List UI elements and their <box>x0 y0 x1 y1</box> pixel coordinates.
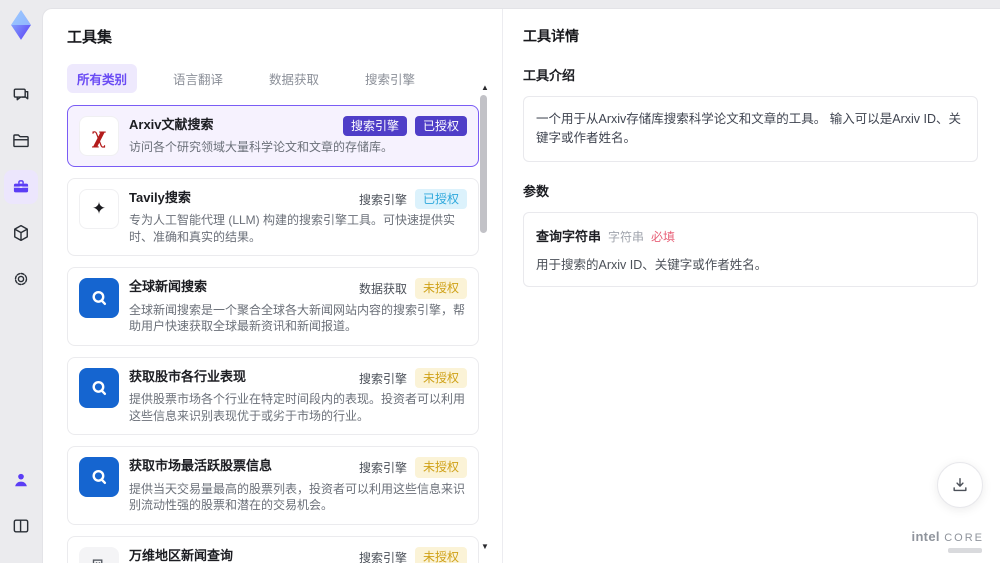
tool-description: 提供股票市场各个行业在特定时间段内的表现。投资者可以利用这些信息来识别表现优于或… <box>129 392 466 423</box>
tool-name: 全球新闻搜索 <box>129 279 208 295</box>
rail-item-panel-toggle[interactable] <box>4 509 38 543</box>
cube-icon <box>14 224 28 242</box>
tool-category-tag: 搜索引擎 <box>358 461 407 476</box>
brand-subbar <box>948 548 982 553</box>
tool-description: 专为人工智能代理 (LLM) 构建的搜索引擎工具。可快速提供实时、准确和真实的结… <box>129 213 456 244</box>
tab-1[interactable]: 语言翻译 <box>163 64 233 93</box>
tool-icon <box>79 367 119 408</box>
tool-category-tag: 搜索引擎 <box>358 371 407 386</box>
tool-intro-text: 一个用于从Arxiv存储库搜索科学论文和文章的工具。 输入可以是Arxiv ID… <box>523 96 978 162</box>
tool-card[interactable]: 万维地区新闻查询 搜索引擎 未授权 查询具体行政区划内的新闻，快速了解各地新闻动 <box>67 535 479 563</box>
tool-detail-panel: 工具详情 工具介绍 一个用于从Arxiv存储库搜索科学论文和文章的工具。 输入可… <box>502 9 1000 563</box>
app-logo[interactable] <box>4 8 38 42</box>
parameter-header: 查询字符串 字符串 必填 <box>536 226 965 245</box>
scroll-up-arrow[interactable]: ▲ <box>481 83 489 92</box>
parameter-type: 字符串 <box>608 229 645 244</box>
rail-item-settings[interactable] <box>4 262 38 296</box>
toolbox-icon <box>13 180 29 193</box>
tool-category-tag: 数据获取 <box>358 282 407 297</box>
tab-2[interactable]: 数据获取 <box>259 64 329 93</box>
tool-name: Arxiv文献搜索 <box>129 117 214 132</box>
brand-intel: intel <box>911 529 940 544</box>
gear-icon <box>14 272 28 286</box>
brand-core: CORE <box>944 532 984 544</box>
tool-auth-badge: 已授权 <box>414 189 467 210</box>
tool-category-tag: 搜索引擎 <box>342 116 407 137</box>
category-tabs: 所有类别 语言翻译 数据获取 搜索引擎 <box>67 64 502 93</box>
rail-item-folder[interactable] <box>4 124 38 158</box>
tool-card[interactable]: 获取股市各行业表现 搜索引擎 未授权 提供股票市场各个行业在特定时间段内的表现。… <box>67 356 479 436</box>
tool-card[interactable]: ✦ Tavily搜索 搜索引擎 已授权 专为人工智能代理 (LLM) 构建的搜索… <box>67 178 479 257</box>
tool-name: 获取市场最活跃股票信息 <box>129 458 273 474</box>
tool-auth-badge: 未授权 <box>414 546 467 563</box>
tool-category-tag: 搜索引擎 <box>358 550 407 563</box>
app-root: 工具集 所有类别 语言翻译 数据获取 搜索引擎 χ Arxiv文献搜索 搜索引擎 已授… <box>0 0 1000 563</box>
tool-auth-badge: 已授权 <box>414 116 467 137</box>
brand-mark: intel CORE <box>912 528 984 553</box>
tool-icon <box>79 457 119 498</box>
tool-icon: χ <box>79 116 119 156</box>
tool-description: 访问各个研究领域大量科学论文和文章的存储库。 <box>129 140 394 155</box>
folder-icon <box>13 134 29 148</box>
download-icon <box>953 478 967 492</box>
panel-icon <box>13 519 29 533</box>
tool-category-tag: 搜索引擎 <box>358 192 407 207</box>
tool-name: Tavily搜索 <box>129 190 191 205</box>
main-window: 工具集 所有类别 语言翻译 数据获取 搜索引擎 χ Arxiv文献搜索 搜索引擎 已授… <box>42 8 1000 563</box>
tool-description: 提供当天交易量最高的股票列表，投资者可以利用这些信息来识别流动性强的股票和潜在的… <box>129 481 466 513</box>
tools-list-panel: 工具集 所有类别 语言翻译 数据获取 搜索引擎 χ Arxiv文献搜索 搜索引擎 已授… <box>43 9 502 563</box>
rail-item-toolbox[interactable] <box>4 170 38 204</box>
tool-icon: ✦ <box>79 189 119 229</box>
rail-item-cube[interactable] <box>4 216 38 250</box>
tab-3[interactable]: 搜索引擎 <box>355 64 425 93</box>
tool-description: 全球新闻搜索是一个聚合全球各大新闻网站内容的搜索引擎，帮助用户快速获取全球最新资… <box>129 302 466 334</box>
parameter-required-badge: 必填 <box>651 229 676 244</box>
tool-card[interactable]: 全球新闻搜索 数据获取 未授权 全球新闻搜索是一个聚合全球各大新闻网站内容的搜索… <box>67 267 479 346</box>
params-heading: 参数 <box>523 183 550 199</box>
tool-icon <box>79 278 119 319</box>
logo-facet <box>11 10 31 25</box>
tool-card[interactable]: χ Arxiv文献搜索 搜索引擎 已授权 访问各个研究领域大量科学论文和文章的存… <box>67 105 479 167</box>
tool-cards-list: χ Arxiv文献搜索 搜索引擎 已授权 访问各个研究领域大量科学论文和文章的存… <box>67 105 479 563</box>
scroll-down-arrow[interactable]: ▼ <box>481 542 489 551</box>
tab-0[interactable]: 所有类别 <box>67 64 138 93</box>
parameter-name: 查询字符串 <box>536 228 602 244</box>
page-title: 工具集 <box>67 29 113 46</box>
parameter-card: 查询字符串 字符串 必填 用于搜索的Arxiv ID、关键字或作者姓名。 <box>523 211 978 287</box>
user-icon <box>15 473 27 487</box>
tool-auth-badge: 未授权 <box>414 278 467 299</box>
tool-auth-badge: 未授权 <box>414 457 467 478</box>
left-rail <box>0 0 42 563</box>
rail-item-chat[interactable] <box>4 78 38 112</box>
scrollbar-thumb[interactable] <box>480 95 487 233</box>
tool-auth-badge: 未授权 <box>414 367 467 389</box>
intro-heading: 工具介绍 <box>523 68 576 83</box>
tool-icon <box>79 546 119 563</box>
parameter-description: 用于搜索的Arxiv ID、关键字或作者姓名。 <box>536 257 768 272</box>
tool-name: 获取股市各行业表现 <box>129 368 247 384</box>
tool-card[interactable]: 获取市场最活跃股票信息 搜索引擎 未授权 提供当天交易量最高的股票列表，投资者可… <box>67 446 479 525</box>
rail-item-user[interactable] <box>4 463 38 497</box>
download-button[interactable] <box>937 462 983 508</box>
chat-icon <box>13 88 29 101</box>
tool-name: 万维地区新闻查询 <box>129 547 234 563</box>
detail-title: 工具详情 <box>523 28 579 44</box>
